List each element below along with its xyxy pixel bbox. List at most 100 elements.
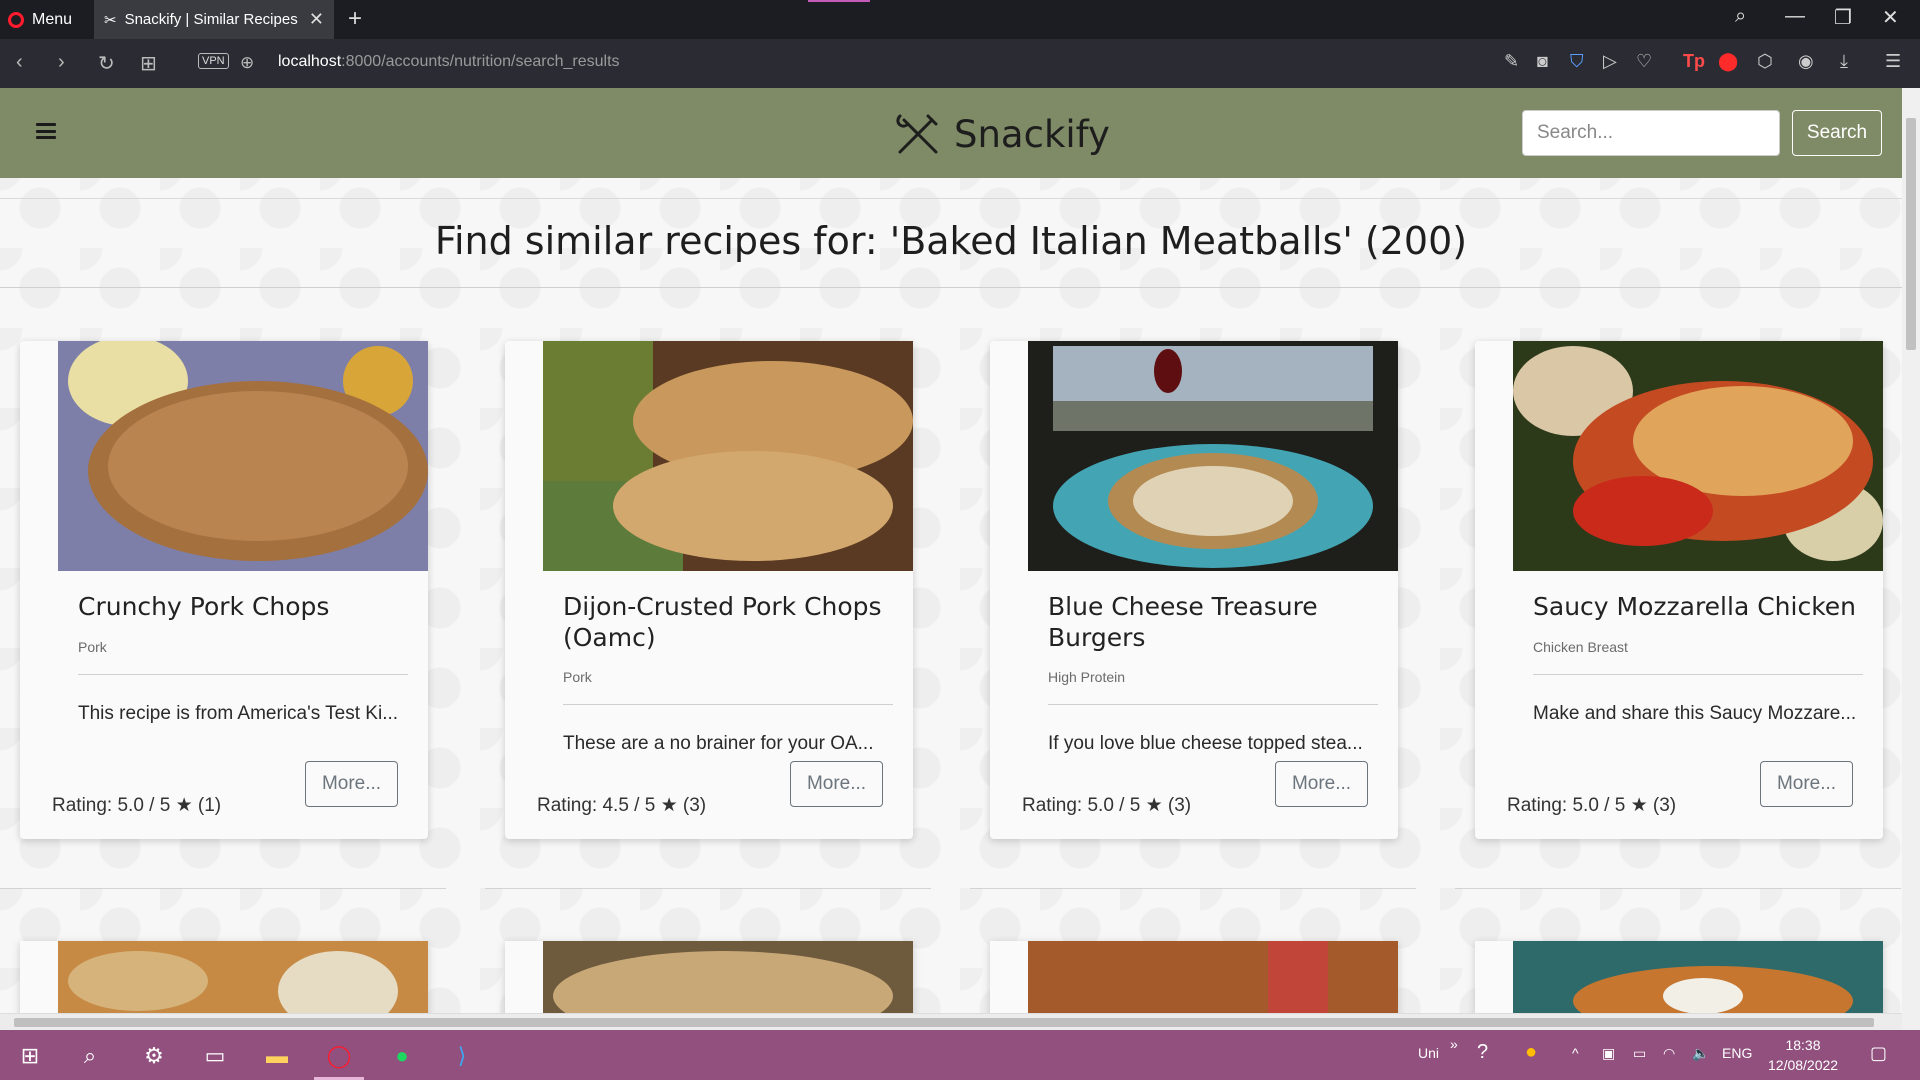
horizontal-scrollbar[interactable] [0, 1013, 1902, 1030]
snapshot-icon[interactable]: ✎ [1504, 51, 1519, 72]
recipe-title[interactable]: Crunchy Pork Chops [78, 591, 408, 622]
tab-accent-line [808, 0, 870, 2]
snackify-favicon-icon: ✂ [104, 11, 117, 29]
tab-snackify[interactable]: ✂ Snackify | Similar Recipes ✕ [94, 0, 334, 39]
vscode-icon[interactable]: ⟩ [448, 1042, 476, 1070]
recipe-title[interactable]: Blue Cheese Treasure Burgers [1048, 591, 1378, 653]
recipe-title[interactable]: Saucy Mozzarella Chicken [1533, 591, 1863, 622]
divider [1048, 704, 1378, 705]
opera-menu-button[interactable]: Menu [8, 8, 72, 32]
close-window-icon[interactable]: ✕ [1882, 5, 1899, 30]
url-field[interactable]: localhost:8000/accounts/nutrition/search… [278, 53, 620, 71]
recipe-description: Make and share this Saucy Mozzare... [1533, 703, 1857, 724]
camera-icon[interactable]: ◙ [1537, 51, 1548, 72]
back-icon[interactable]: ‹ [16, 51, 23, 74]
chevron-icon[interactable]: » [1450, 1036, 1458, 1052]
settings-gear-icon[interactable]: ⚙ [140, 1042, 168, 1070]
star-icon: ★ [1145, 795, 1163, 816]
recipe-card [505, 941, 913, 1013]
hamburger-menu-icon[interactable] [36, 123, 56, 139]
volume-icon[interactable]: 🔈 [1692, 1045, 1709, 1062]
shield-icon[interactable]: ⛉ [1570, 51, 1584, 72]
spotify-icon[interactable]: ● [388, 1042, 416, 1070]
file-explorer-icon[interactable]: ▬ [263, 1042, 291, 1070]
star-icon: ★ [1630, 795, 1648, 816]
rating-text: Rating: 5.0 / 5 [52, 795, 171, 816]
rating-count: (3) [1652, 795, 1677, 816]
recipe-card [20, 941, 428, 1013]
clock[interactable]: 18:38 12/08/2022 [1768, 1035, 1838, 1075]
search-button[interactable]: Search [1792, 110, 1882, 156]
opera-taskbar-icon[interactable]: ◯ [325, 1042, 353, 1070]
url-path: :8000/accounts/nutrition/search_results [341, 53, 620, 70]
recipe-rating: Rating: 5.0 / 5 ★ (3) [1507, 794, 1676, 817]
easy-setup-icon[interactable]: ☰ [1885, 51, 1901, 72]
caret-up-icon[interactable]: ^ [1572, 1045, 1579, 1061]
scrollbar-thumb[interactable] [14, 1018, 1874, 1027]
title-section: Find similar recipes for: 'Baked Italian… [0, 198, 1902, 288]
page-title: Find similar recipes for: 'Baked Italian… [434, 219, 1468, 263]
more-button[interactable]: More... [1760, 761, 1853, 807]
forward-icon[interactable]: › [58, 51, 65, 74]
profile-avatar-icon[interactable]: ◉ [1798, 51, 1814, 72]
wifi-icon[interactable]: ◠ [1663, 1045, 1675, 1062]
vertical-scrollbar[interactable] [1902, 88, 1920, 1030]
recipe-card: Blue Cheese Treasure Burgers High Protei… [990, 341, 1398, 839]
search-input[interactable] [1522, 110, 1780, 156]
star-icon: ★ [175, 795, 193, 816]
recipe-category: Pork [563, 669, 592, 685]
input-mode-label[interactable]: Uni [1418, 1045, 1439, 1061]
battery-icon[interactable]: ▭ [1633, 1045, 1646, 1062]
recipe-image[interactable] [1513, 941, 1883, 1013]
extension-tp-icon[interactable]: Tp [1683, 51, 1705, 72]
rating-count: (3) [1167, 795, 1192, 816]
help-icon[interactable]: ? [1477, 1041, 1488, 1064]
vpn-badge[interactable]: VPN [198, 53, 229, 69]
heart-icon[interactable]: ♡ [1636, 51, 1652, 72]
windows-start-icon[interactable]: ⊞ [16, 1042, 44, 1070]
browser-tab-strip: Menu ✂ Snackify | Similar Recipes ✕ + ⌕ … [0, 0, 1920, 39]
new-tab-button[interactable]: + [348, 5, 362, 33]
send-icon[interactable]: ▷ [1603, 51, 1617, 72]
brand-logo[interactable]: Snackify [892, 108, 1110, 160]
download-icon[interactable]: ⤓ [1840, 51, 1848, 72]
adblock-icon[interactable]: ⬤ [1718, 51, 1738, 72]
divider [563, 704, 893, 705]
recipe-image[interactable] [58, 341, 428, 571]
close-tab-icon[interactable]: ✕ [309, 9, 324, 30]
menu-label: Menu [32, 11, 73, 28]
recipe-category: Pork [78, 639, 107, 655]
more-button[interactable]: More... [1275, 761, 1368, 807]
rating-text: Rating: 5.0 / 5 [1507, 795, 1626, 816]
recipe-title[interactable]: Dijon-Crusted Pork Chops (Oamc) [563, 591, 893, 653]
search-icon[interactable]: ⌕ [76, 1042, 104, 1070]
monitor-app-icon[interactable]: ▭ [201, 1042, 229, 1070]
restore-icon[interactable]: ❐ [1834, 5, 1852, 30]
more-button[interactable]: More... [305, 761, 398, 807]
recipe-image[interactable] [58, 941, 428, 1013]
recipe-image[interactable] [543, 341, 913, 571]
url-host: localhost [278, 53, 342, 70]
reload-icon[interactable]: ↻ [98, 51, 115, 76]
cube-icon[interactable]: ⬡ [1757, 51, 1773, 72]
rating-count: (3) [682, 795, 707, 816]
language-label[interactable]: ENG [1722, 1045, 1752, 1061]
notifications-icon[interactable]: ▢ [1870, 1043, 1887, 1064]
speed-dial-icon[interactable]: ⊞ [140, 51, 157, 76]
network-icon[interactable]: ▣ [1602, 1045, 1615, 1062]
recipe-card: Crunchy Pork Chops Pork This recipe is f… [20, 341, 428, 839]
recipe-image[interactable] [1513, 341, 1883, 571]
scrollbar-thumb[interactable] [1906, 118, 1916, 350]
recipe-image[interactable] [1028, 941, 1398, 1013]
search-tabs-icon[interactable]: ⌕ [1735, 5, 1746, 28]
recipe-image[interactable] [1028, 341, 1398, 571]
recipe-image[interactable] [543, 941, 913, 1013]
opera-logo-icon [8, 12, 24, 28]
minimize-icon[interactable]: — [1785, 5, 1805, 28]
weather-icon[interactable]: ● [1525, 1041, 1537, 1064]
more-button[interactable]: More... [790, 761, 883, 807]
brand-name: Snackify [954, 112, 1110, 156]
recipe-description: This recipe is from America's Test Ki... [78, 703, 399, 724]
recipe-rating: Rating: 4.5 / 5 ★ (3) [537, 794, 706, 817]
globe-icon[interactable]: ⊕ [240, 53, 254, 73]
